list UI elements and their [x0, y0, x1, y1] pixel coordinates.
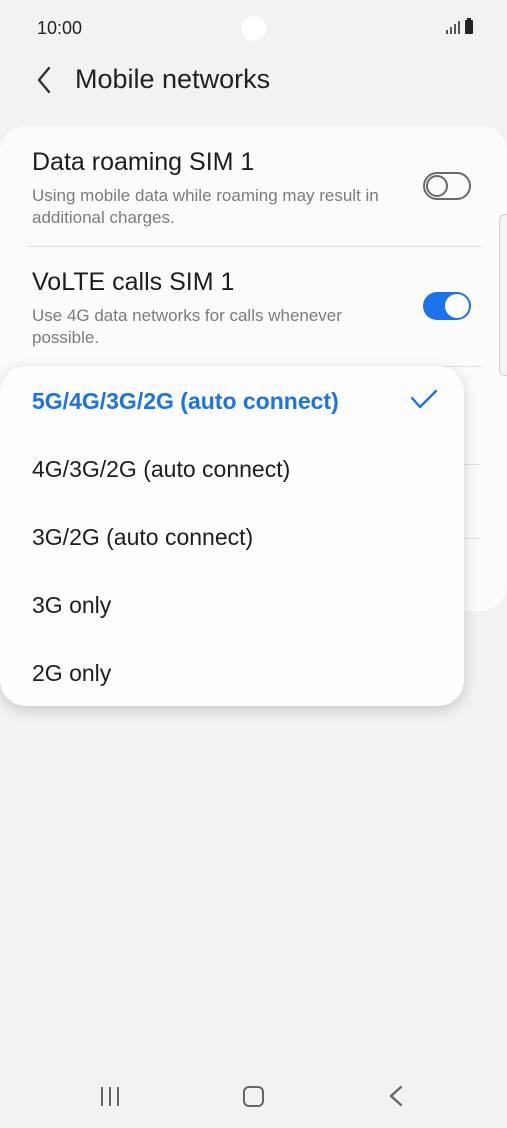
- setting-description: Using mobile data while roaming may resu…: [32, 186, 379, 227]
- volte-toggle[interactable]: [423, 292, 471, 320]
- setting-description: Use 4G data networks for calls whenever …: [32, 306, 342, 347]
- setting-volte[interactable]: VoLTE calls SIM 1 Use 4G data networks f…: [32, 268, 472, 349]
- divider: [26, 246, 481, 247]
- network-mode-option-3g-only[interactable]: 3G only: [32, 592, 111, 619]
- navigation-bar: [0, 1070, 507, 1128]
- setting-title: VoLTE calls SIM 1: [32, 268, 235, 296]
- divider: [464, 538, 481, 539]
- status-time: 10:00: [37, 18, 83, 38]
- divider: [464, 464, 481, 465]
- network-mode-option-4g[interactable]: 4G/3G/2G (auto connect): [32, 456, 290, 483]
- nav-home-icon[interactable]: [243, 1086, 264, 1107]
- network-mode-option-3g-2g[interactable]: 3G/2G (auto connect): [32, 524, 253, 551]
- back-arrow-icon: [37, 66, 51, 94]
- app-header: Mobile networks: [0, 56, 507, 106]
- setting-data-roaming[interactable]: Data roaming SIM 1 Using mobile data whi…: [32, 148, 472, 229]
- system-icons: [446, 18, 473, 34]
- toggle-knob: [445, 294, 469, 318]
- network-mode-option-2g-only[interactable]: 2G only: [32, 660, 111, 687]
- setting-title: Data roaming SIM 1: [32, 148, 255, 176]
- toggle-knob: [426, 175, 448, 197]
- network-mode-menu: 5G/4G/3G/2G (auto connect) 4G/3G/2G (aut…: [0, 366, 464, 706]
- back-button[interactable]: [30, 64, 58, 96]
- scrollbar[interactable]: [499, 214, 507, 376]
- nav-back-icon[interactable]: [386, 1084, 406, 1108]
- data-roaming-toggle[interactable]: [423, 172, 471, 200]
- signal-icon: [446, 20, 460, 34]
- battery-icon: [465, 18, 473, 34]
- status-bar: 10:00: [0, 0, 507, 56]
- network-mode-option-5g[interactable]: 5G/4G/3G/2G (auto connect): [32, 388, 339, 415]
- check-icon: [410, 389, 438, 409]
- page-title: Mobile networks: [75, 64, 271, 94]
- nav-recents-icon[interactable]: [101, 1087, 119, 1106]
- front-camera: [241, 16, 266, 41]
